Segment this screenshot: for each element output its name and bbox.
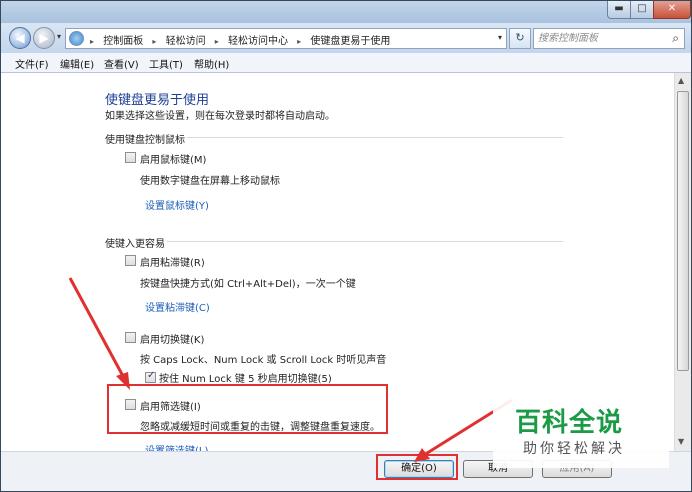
address-bar[interactable]: ▸ 控制面板 ▸ 轻松访问 ▸ 轻松访问中心 ▸ 使键盘更易于使用 ▾ <box>65 28 507 49</box>
scrollbar-thumb[interactable] <box>677 91 689 371</box>
menu-bar: 文件(F) 编辑(E) 查看(V) 工具(T) 帮助(H) <box>1 53 691 73</box>
setup-mouse-keys-link[interactable]: 设置鼠标键(Y) <box>145 197 209 212</box>
breadcrumb-item-ease-of-access-center[interactable]: 轻松访问中心 <box>228 36 288 47</box>
toggle-keys-description: 按 Caps Lock、Num Lock 或 Scroll Lock 时听见声音 <box>140 355 387 366</box>
refresh-button[interactable]: ↻ <box>509 28 531 49</box>
scroll-down-icon[interactable]: ▼ <box>678 437 684 446</box>
search-box[interactable]: ⌕ <box>533 28 685 49</box>
sticky-keys-checkbox[interactable] <box>125 255 136 266</box>
breadcrumb-item-ease-of-access[interactable]: 轻松访问 <box>166 36 206 47</box>
breadcrumb-separator-icon[interactable]: ▸ <box>215 37 219 46</box>
close-button[interactable]: ✕ <box>653 1 691 19</box>
filter-keys-highlight-box <box>107 384 388 434</box>
recent-pages-dropdown[interactable]: ▾ <box>57 32 61 41</box>
menu-view[interactable]: 查看(V) <box>104 56 139 71</box>
vertical-scrollbar[interactable]: ▲ ▼ <box>674 73 691 451</box>
mouse-keys-checkbox[interactable] <box>125 152 136 163</box>
setup-sticky-keys-link[interactable]: 设置粘滞键(C) <box>145 299 210 314</box>
group-heading-mouse: 使用键盘控制鼠标 <box>105 135 185 146</box>
mouse-keys-label[interactable]: 启用鼠标键(M) <box>140 151 206 166</box>
sticky-keys-label[interactable]: 启用粘滞键(R) <box>140 254 205 269</box>
breadcrumb: ▸ 控制面板 ▸ 轻松访问 ▸ 轻松访问中心 ▸ 使键盘更易于使用 <box>90 32 396 47</box>
refresh-icon: ↻ <box>515 31 525 44</box>
group-divider <box>167 241 563 242</box>
back-button[interactable]: ◀ <box>9 27 31 49</box>
menu-help[interactable]: 帮助(H) <box>194 56 229 71</box>
mouse-keys-description: 使用数字键盘在屏幕上移动鼠标 <box>140 176 280 187</box>
control-panel-icon <box>69 31 84 46</box>
arrow-left-icon: ◀ <box>15 31 25 45</box>
watermark: 百科全说 助你轻松解决 <box>493 398 669 468</box>
num-lock-toggle-label[interactable]: 按住 Num Lock 键 5 秒启用切换键(5) <box>159 370 332 385</box>
group-divider <box>187 137 563 138</box>
watermark-title: 百科全说 <box>515 408 624 438</box>
breadcrumb-separator-icon: ▸ <box>90 37 95 46</box>
breadcrumb-separator-icon[interactable]: ▸ <box>152 37 156 46</box>
sticky-keys-description: 按键盘快捷方式(如 Ctrl+Alt+Del)，一次一个键 <box>140 279 356 290</box>
watermark-slogan: 助你轻松解决 <box>523 441 625 457</box>
setup-filter-keys-link[interactable]: 设置筛选键(L) <box>145 442 208 451</box>
search-input[interactable] <box>538 31 658 46</box>
breadcrumb-separator-icon[interactable]: ▸ <box>297 37 301 46</box>
address-dropdown-icon[interactable]: ▾ <box>498 33 502 42</box>
menu-edit[interactable]: 编辑(E) <box>60 56 94 71</box>
toggle-keys-label[interactable]: 启用切换键(K) <box>140 331 204 346</box>
breadcrumb-item-keyboard[interactable]: 使键盘更易于使用 <box>310 36 390 47</box>
arrow-right-icon: ▶ <box>39 31 49 45</box>
minimize-button[interactable]: ▬ <box>607 1 631 19</box>
menu-file[interactable]: 文件(F) <box>15 56 49 71</box>
page-subtitle: 如果选择这些设置，则在每次登录时都将自动启动。 <box>105 111 335 122</box>
title-bar: ▬ □ ✕ <box>1 1 691 23</box>
breadcrumb-item-control-panel[interactable]: 控制面板 <box>103 36 143 47</box>
ok-button-highlight-box <box>376 454 458 480</box>
menu-tools[interactable]: 工具(T) <box>149 56 183 71</box>
group-heading-typing: 使键入更容易 <box>105 239 165 250</box>
page-title: 使键盘更易于使用 <box>105 93 210 108</box>
maximize-button[interactable]: □ <box>630 1 654 19</box>
toggle-keys-checkbox[interactable] <box>125 332 136 343</box>
scroll-up-icon[interactable]: ▲ <box>678 76 684 85</box>
num-lock-toggle-checkbox[interactable] <box>145 370 156 383</box>
address-row: ◀ ▶ ▾ ▸ 控制面板 ▸ 轻松访问 ▸ 轻松访问中心 ▸ 使键盘更易于使用 … <box>1 23 691 53</box>
search-icon[interactable]: ⌕ <box>672 31 679 46</box>
forward-button[interactable]: ▶ <box>33 27 55 49</box>
